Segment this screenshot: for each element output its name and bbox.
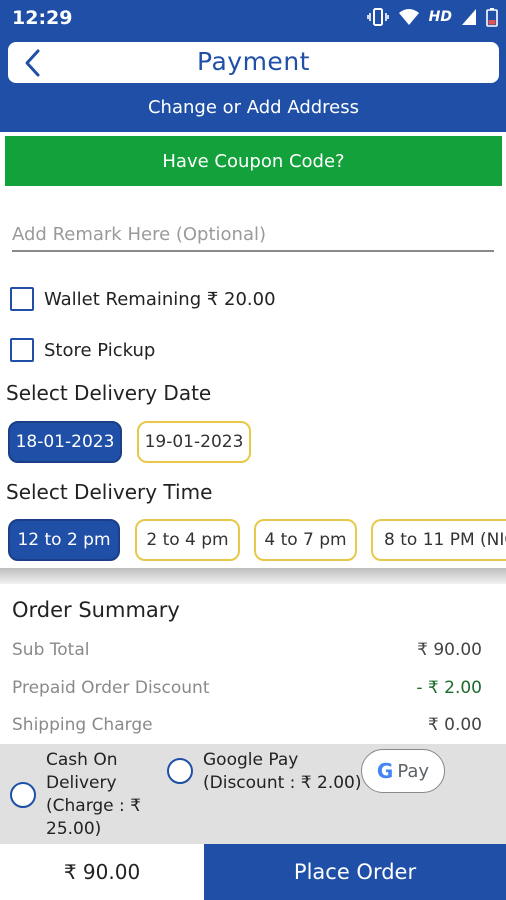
subtotal-label: Sub Total (12, 640, 90, 660)
change-address-button[interactable]: Change or Add Address (5, 88, 502, 126)
cod-line-4: 25.00) (46, 819, 102, 839)
remark-input[interactable] (12, 220, 494, 248)
wifi-icon (398, 9, 419, 25)
order-summary-title: Order Summary (12, 598, 180, 622)
store-pickup-checkbox[interactable] (10, 338, 34, 362)
time-slot-1[interactable]: 12 to 2 pm (8, 519, 120, 561)
store-pickup-label: Store Pickup (44, 339, 156, 361)
store-pickup-option[interactable]: Store Pickup (10, 338, 155, 362)
gpay-line-1: Google Pay (203, 750, 299, 770)
delivery-date-label: Select Delivery Date (6, 381, 212, 405)
status-time: 12:29 (12, 7, 73, 29)
remark-field (12, 220, 494, 252)
date-chip-1[interactable]: 18-01-2023 (8, 421, 122, 463)
google-pay-button[interactable]: G Pay (361, 749, 445, 793)
summary-row-shipping: Shipping Charge ₹ 0.00 (12, 715, 482, 735)
cod-line-3: (Charge : ₹ (46, 796, 141, 816)
cod-line-2: Delivery (46, 773, 117, 793)
coupon-code-button[interactable]: Have Coupon Code? (5, 136, 502, 186)
google-g-icon: G (376, 759, 394, 783)
shipping-value: ₹ 0.00 (427, 715, 482, 735)
time-slot-4[interactable]: 8 to 11 PM (NIG (371, 519, 506, 561)
summary-row-subtotal: Sub Total ₹ 90.00 (12, 640, 482, 660)
wallet-label: Wallet Remaining ₹ 20.00 (44, 288, 276, 310)
summary-row-discount: Prepaid Order Discount - ₹ 2.00 (12, 678, 482, 698)
date-chip-2[interactable]: 19-01-2023 (137, 421, 251, 463)
battery-icon (486, 8, 498, 27)
status-icons: HD (366, 7, 498, 27)
gpay-line-2: (Discount : ₹ 2.00) (203, 773, 362, 793)
order-total: ₹ 90.00 (0, 844, 204, 900)
discount-value: - ₹ 2.00 (416, 678, 482, 698)
place-order-button[interactable]: Place Order (204, 844, 506, 900)
header-card: Payment (8, 42, 499, 83)
section-divider (0, 568, 506, 584)
bottom-bar: ₹ 90.00 Place Order (0, 844, 506, 900)
time-slot-3[interactable]: 4 to 7 pm (254, 519, 357, 561)
shipping-label: Shipping Charge (12, 715, 153, 735)
subtotal-value: ₹ 90.00 (417, 640, 482, 660)
gpay-label[interactable]: Google Pay (Discount : ₹ 2.00) (203, 749, 362, 795)
discount-label: Prepaid Order Discount (12, 678, 210, 698)
page-title: Payment (197, 47, 310, 76)
delivery-time-label: Select Delivery Time (6, 480, 213, 504)
vibrate-icon (366, 8, 389, 26)
cod-label[interactable]: Cash On Delivery (Charge : ₹ 25.00) (46, 749, 141, 841)
cod-radio[interactable] (10, 782, 36, 808)
network-type: HD (428, 9, 452, 25)
gpay-radio[interactable] (167, 758, 193, 784)
status-bar: 12:29 HD (0, 0, 506, 36)
wallet-option[interactable]: Wallet Remaining ₹ 20.00 (10, 287, 276, 311)
time-slot-2[interactable]: 2 to 4 pm (135, 519, 240, 561)
signal-icon (462, 9, 476, 25)
cod-line-1: Cash On (46, 750, 118, 770)
wallet-checkbox[interactable] (10, 287, 34, 311)
gpay-button-text: Pay (397, 760, 430, 782)
